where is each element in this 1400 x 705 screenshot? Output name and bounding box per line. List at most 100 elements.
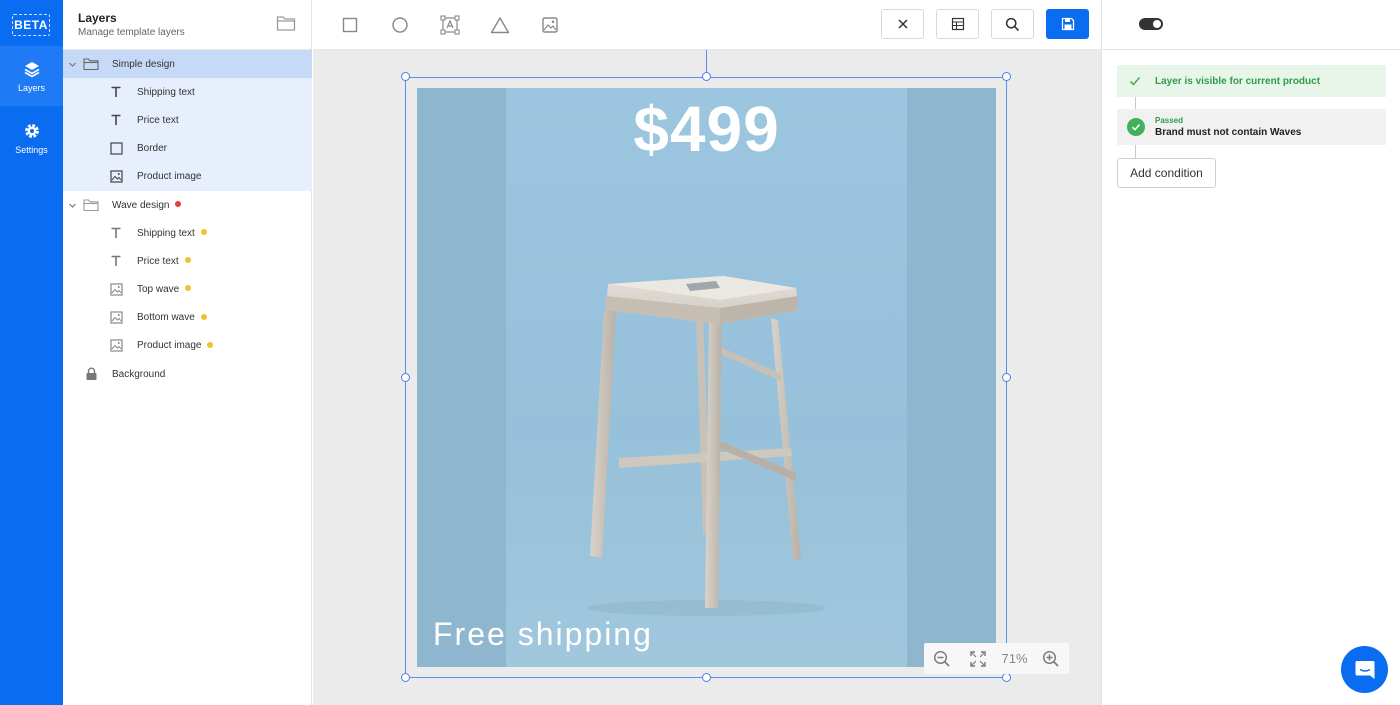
- layers-panel: Layers Manage template layers Simple des…: [63, 0, 312, 705]
- layer-item[interactable]: Product image: [63, 162, 312, 191]
- rail-item-label: Settings: [15, 144, 48, 155]
- layer-label: Product image: [137, 340, 202, 352]
- condition-connector: [1135, 145, 1136, 158]
- chat-icon: [1355, 660, 1374, 679]
- search-icon: [1005, 17, 1020, 31]
- selection-box[interactable]: [405, 77, 1007, 678]
- panel-title: Layers: [78, 11, 117, 25]
- layer-group-simple-design[interactable]: Simple design: [63, 50, 312, 79]
- save-button[interactable]: [1046, 9, 1089, 39]
- layer-label: Background: [112, 368, 166, 380]
- layer-label-wrap: Wave design: [112, 199, 182, 211]
- resize-handle-right[interactable]: [1002, 373, 1011, 382]
- condition-label: Layer is visible for current product: [1155, 75, 1321, 87]
- fit-to-screen-button[interactable]: [960, 643, 996, 674]
- close-button[interactable]: [881, 9, 924, 39]
- layer-item[interactable]: Price text: [63, 106, 312, 135]
- layer-label: Price text: [137, 255, 179, 267]
- layer-item[interactable]: Product image: [63, 332, 312, 360]
- close-icon: [897, 19, 908, 29]
- search-button[interactable]: [991, 9, 1034, 39]
- layer-label: Product image: [137, 171, 202, 183]
- chat-button[interactable]: [1341, 646, 1388, 693]
- layer-label: Shipping text: [137, 86, 195, 98]
- layer-item[interactable]: Shipping text: [63, 78, 312, 107]
- ellipse-tool-button[interactable]: [388, 13, 412, 37]
- resize-handle-top-left[interactable]: [401, 72, 410, 81]
- folder-icon: [276, 16, 296, 31]
- table-icon: [951, 17, 964, 31]
- text-box-tool-icon: [440, 15, 460, 35]
- visibility-condition[interactable]: Layer is visible for current product: [1117, 65, 1386, 97]
- resize-handle-top[interactable]: [702, 72, 711, 81]
- zoom-out-icon: [933, 650, 950, 667]
- layer-label-wrap: Product image: [137, 340, 214, 352]
- image-layer-icon: [108, 282, 124, 298]
- layer-label: Wave design: [112, 199, 170, 211]
- layer-label: Bottom wave: [137, 312, 195, 324]
- image-layer-icon: [108, 169, 124, 185]
- layer-item-background[interactable]: Background: [63, 360, 312, 388]
- status-dot-yellow: [185, 285, 192, 292]
- layer-tree: Simple design Shipping text Price text B…: [63, 50, 312, 388]
- resize-handle-top-right[interactable]: [1002, 72, 1011, 81]
- layer-label-wrap: Bottom wave: [137, 312, 207, 323]
- resize-handle-bottom-left[interactable]: [401, 673, 410, 682]
- toggle-knob: [1153, 20, 1161, 28]
- table-button[interactable]: [936, 9, 979, 39]
- layer-item[interactable]: Border: [63, 134, 312, 163]
- layers-panel-header: Layers Manage template layers: [63, 0, 312, 50]
- text-layer-icon: [108, 225, 124, 241]
- status-dot-red: [175, 200, 182, 207]
- rectangle-tool-button[interactable]: [338, 13, 362, 37]
- beta-badge: BETA: [12, 14, 50, 36]
- layer-label: Shipping text: [137, 227, 195, 239]
- layer-item[interactable]: Shipping text: [63, 219, 312, 247]
- zoom-in-icon: [1042, 650, 1059, 667]
- chevron-down-icon[interactable]: [67, 200, 77, 210]
- layer-label: Border: [137, 143, 168, 155]
- status-dot-yellow: [184, 257, 191, 264]
- lock-icon: [83, 366, 99, 382]
- visibility-toggle[interactable]: [1139, 18, 1163, 30]
- design-canvas[interactable]: $499 Free shipping 71%: [313, 50, 1101, 705]
- rail-item-layers[interactable]: Layers: [0, 46, 63, 106]
- zoom-controls: 71%: [924, 643, 1069, 674]
- resize-handle-left[interactable]: [401, 373, 410, 382]
- layer-label: Simple design: [112, 58, 175, 70]
- fit-screen-icon: [970, 650, 986, 667]
- chevron-down-icon[interactable]: [67, 59, 77, 69]
- brand-rule-condition[interactable]: Passed Brand must not contain Waves: [1117, 109, 1386, 145]
- resize-handle-bottom[interactable]: [702, 673, 711, 682]
- zoom-in-button[interactable]: [1033, 643, 1069, 674]
- resize-handle-bottom-right[interactable]: [1002, 673, 1011, 682]
- rail-item-label: Layers: [17, 82, 45, 93]
- panel-subtitle: Manage template layers: [78, 27, 185, 38]
- rail-item-settings[interactable]: Settings: [0, 108, 63, 168]
- left-rail: BETA Layers Settings: [0, 0, 63, 705]
- zoom-out-button[interactable]: [924, 643, 960, 674]
- add-folder-button[interactable]: [276, 14, 298, 34]
- condition-connector: [1135, 97, 1136, 109]
- add-condition-button[interactable]: Add condition: [1117, 158, 1216, 188]
- image-tool-button[interactable]: [538, 13, 562, 37]
- layer-item[interactable]: Price text: [63, 247, 312, 275]
- zoom-level: 71%: [1001, 651, 1028, 666]
- layer-item[interactable]: Bottom wave: [63, 304, 312, 332]
- text-box-tool-button[interactable]: [438, 13, 462, 37]
- layer-group-wave-design[interactable]: Wave design: [63, 191, 312, 219]
- editor-toolbar: [313, 0, 1101, 50]
- text-layer-icon: [108, 84, 124, 100]
- status-dot-yellow: [207, 341, 214, 348]
- folder-icon: [83, 197, 99, 213]
- triangle-tool-icon: [490, 17, 510, 34]
- triangle-tool-button[interactable]: [488, 13, 512, 37]
- status-dot-yellow: [200, 229, 207, 236]
- folder-icon: [83, 56, 99, 72]
- layer-label-wrap: Price text: [137, 256, 191, 267]
- image-layer-icon: [108, 310, 124, 326]
- text-layer-icon: [108, 112, 124, 128]
- passed-label: Passed: [1155, 116, 1184, 125]
- layer-item[interactable]: Top wave: [63, 276, 312, 304]
- rule-label: Brand must not contain Waves: [1155, 127, 1302, 138]
